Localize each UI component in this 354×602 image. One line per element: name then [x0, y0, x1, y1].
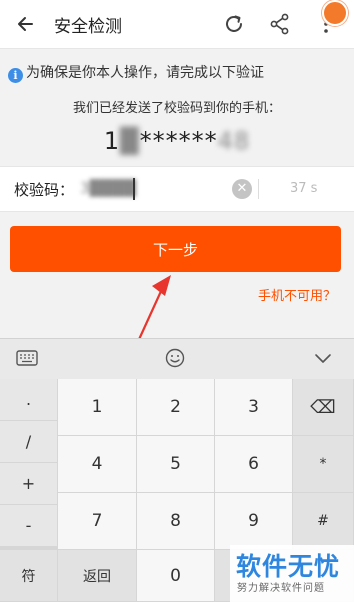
divider [258, 179, 259, 199]
code-label: 校验码： [14, 181, 75, 199]
watermark-logo: 软件无忧 努力解决软件问题 [230, 545, 354, 602]
page-title: 安全检测 [54, 17, 122, 37]
phone-masked: ****** [139, 127, 218, 155]
verify-notice: i 为确保是你本人操作，请完成以下验证 [8, 62, 264, 83]
backspace-key[interactable]: ⌫ [293, 379, 354, 436]
key-0[interactable]: 0 [137, 550, 215, 602]
key-slash[interactable]: / [0, 421, 58, 463]
next-button[interactable]: 下一步 [10, 226, 341, 272]
key-5[interactable]: 5 [137, 436, 215, 493]
masked-phone-number: 1█******48 [0, 127, 354, 155]
sent-message: 我们已经发送了校验码到你的手机： [72, 101, 281, 116]
refresh-icon[interactable] [221, 11, 247, 37]
text-caret [133, 178, 135, 200]
key-7[interactable]: 7 [58, 493, 137, 550]
info-icon: i [8, 68, 23, 83]
keyboard-toolbar [0, 338, 354, 379]
keyboard-icon[interactable] [16, 350, 38, 366]
key-hash[interactable]: # [293, 493, 354, 550]
clear-icon[interactable]: ✕ [232, 179, 252, 199]
key-8[interactable]: 8 [137, 493, 215, 550]
key-dot[interactable]: . [0, 379, 58, 421]
key-plus[interactable]: + [0, 463, 58, 505]
phone-prefix: 1 [103, 127, 121, 155]
back-key[interactable]: 返回 [58, 550, 137, 602]
key-4[interactable]: 4 [58, 436, 137, 493]
phone-unavailable-link[interactable]: 手机不可用？ [258, 285, 336, 304]
key-asterisk[interactable]: * [293, 436, 354, 493]
symbol-key[interactable]: 符 [0, 550, 58, 602]
chevron-down-icon[interactable] [314, 352, 332, 364]
key-1[interactable]: 1 [58, 379, 137, 436]
avatar[interactable] [322, 0, 348, 26]
back-arrow-icon[interactable] [12, 10, 40, 38]
phone-hidden-start: █ [120, 127, 140, 155]
key-3[interactable]: 3 [215, 379, 293, 436]
emoji-icon[interactable] [165, 348, 185, 368]
verify-notice-text: 为确保是你本人操作，请完成以下验证 [26, 65, 264, 81]
top-bar: 安全检测 [0, 0, 354, 49]
key-9[interactable]: 9 [215, 493, 293, 550]
watermark-main: 软件无忧 [236, 552, 341, 581]
share-icon[interactable] [267, 11, 293, 37]
key-minus[interactable]: - [0, 505, 58, 547]
key-6[interactable]: 6 [215, 436, 293, 493]
watermark-sub: 努力解决软件问题 [237, 583, 325, 594]
phone-hidden-end: 48 [217, 127, 251, 155]
key-2[interactable]: 2 [137, 379, 215, 436]
code-input-row: 校验码： 3████ ✕ 37 s [0, 166, 354, 212]
code-input[interactable]: 3████ [80, 179, 136, 197]
resend-countdown[interactable]: 37 s [290, 181, 317, 196]
